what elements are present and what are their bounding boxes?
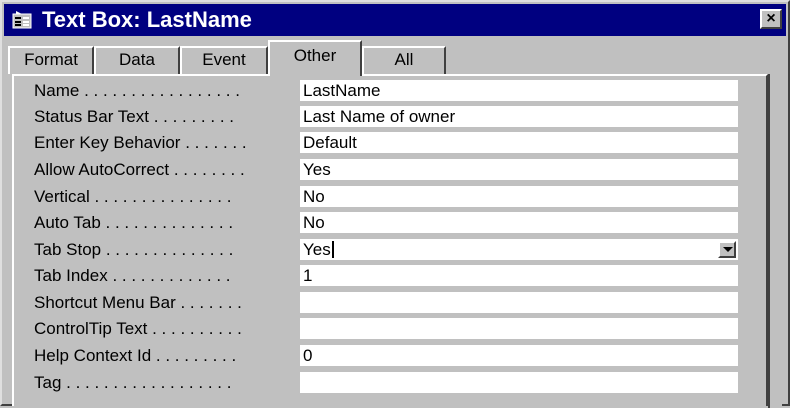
tab-event[interactable]: Event: [180, 46, 268, 74]
property-row-status-bar-text: Status Bar Text . . . . . . . . . Last N…: [20, 105, 740, 128]
tab-all[interactable]: All: [362, 46, 446, 74]
property-row-tag: Tag . . . . . . . . . . . . . . . . . .: [20, 371, 740, 394]
tab-label: All: [394, 50, 414, 69]
property-row-name: Name . . . . . . . . . . . . . . . . . L…: [20, 79, 740, 102]
property-sheet-window: Text Box: LastName × Format Data Event O…: [0, 0, 790, 408]
tab-label: Event: [202, 50, 246, 69]
property-label: Help Context Id . . . . . . . . .: [34, 346, 237, 365]
name-field[interactable]: LastName: [300, 80, 738, 101]
property-label: Vertical . . . . . . . . . . . . . . .: [34, 187, 232, 206]
tab-label: Data: [119, 50, 155, 69]
property-label: Auto Tab . . . . . . . . . . . . . .: [34, 213, 234, 232]
property-row-shortcut-menu-bar: Shortcut Menu Bar . . . . . . .: [20, 291, 740, 314]
property-label: Status Bar Text . . . . . . . . .: [34, 107, 234, 126]
tab-strip: Format Data Event Other All: [6, 38, 786, 76]
panel-edge: [768, 74, 782, 408]
tab-data[interactable]: Data: [94, 46, 180, 74]
allow-autocorrect-field[interactable]: Yes: [300, 159, 738, 180]
property-label: Allow AutoCorrect . . . . . . . .: [34, 160, 245, 179]
properties-sheet-icon: [12, 11, 32, 29]
tab-other[interactable]: Other: [268, 40, 362, 76]
property-label: Tab Stop . . . . . . . . . . . . . .: [34, 240, 234, 259]
close-button[interactable]: ×: [760, 9, 782, 29]
property-label: Enter Key Behavior . . . . . . .: [34, 133, 247, 152]
property-row-allow-autocorrect: Allow AutoCorrect . . . . . . . . Yes: [20, 158, 740, 181]
property-label: Shortcut Menu Bar . . . . . . .: [34, 293, 242, 312]
tab-label: Other: [293, 46, 337, 65]
property-row-help-context-id: Help Context Id . . . . . . . . . 0: [20, 344, 740, 367]
chevron-down-icon[interactable]: [718, 241, 736, 258]
window-title: Text Box: LastName: [42, 7, 252, 32]
title-bar[interactable]: Text Box: LastName ×: [4, 4, 786, 36]
shortcut-menu-bar-field[interactable]: [300, 292, 738, 313]
property-row-vertical: Vertical . . . . . . . . . . . . . . . N…: [20, 185, 740, 208]
vertical-field[interactable]: No: [300, 186, 738, 207]
property-label: ControlTip Text . . . . . . . . . .: [34, 319, 242, 338]
property-row-tab-index: Tab Index . . . . . . . . . . . . . 1: [20, 264, 740, 287]
property-row-auto-tab: Auto Tab . . . . . . . . . . . . . . No: [20, 211, 740, 234]
property-row-enter-key-behavior: Enter Key Behavior . . . . . . . Default: [20, 131, 740, 154]
property-label: Name . . . . . . . . . . . . . . . . .: [34, 81, 240, 100]
tab-format[interactable]: Format: [8, 46, 94, 74]
tab-index-field[interactable]: 1: [300, 265, 738, 286]
property-label: Tab Index . . . . . . . . . . . . .: [34, 266, 231, 285]
text-caret: [331, 241, 334, 258]
property-label: Tag . . . . . . . . . . . . . . . . . .: [34, 373, 232, 392]
tab-stop-field[interactable]: Yes: [300, 239, 738, 260]
close-icon: ×: [766, 10, 776, 27]
auto-tab-field[interactable]: No: [300, 212, 738, 233]
controltip-text-field[interactable]: [300, 318, 738, 339]
tab-stop-value: Yes: [303, 240, 331, 259]
property-row-controltip-text: ControlTip Text . . . . . . . . . .: [20, 317, 740, 340]
enter-key-behavior-field[interactable]: Default: [300, 132, 738, 153]
tab-label: Format: [24, 50, 78, 69]
tag-field[interactable]: [300, 372, 738, 393]
property-row-tab-stop: Tab Stop . . . . . . . . . . . . . . Yes: [20, 238, 740, 261]
help-context-id-field[interactable]: 0: [300, 345, 738, 366]
status-bar-text-field[interactable]: Last Name of owner: [300, 106, 738, 127]
